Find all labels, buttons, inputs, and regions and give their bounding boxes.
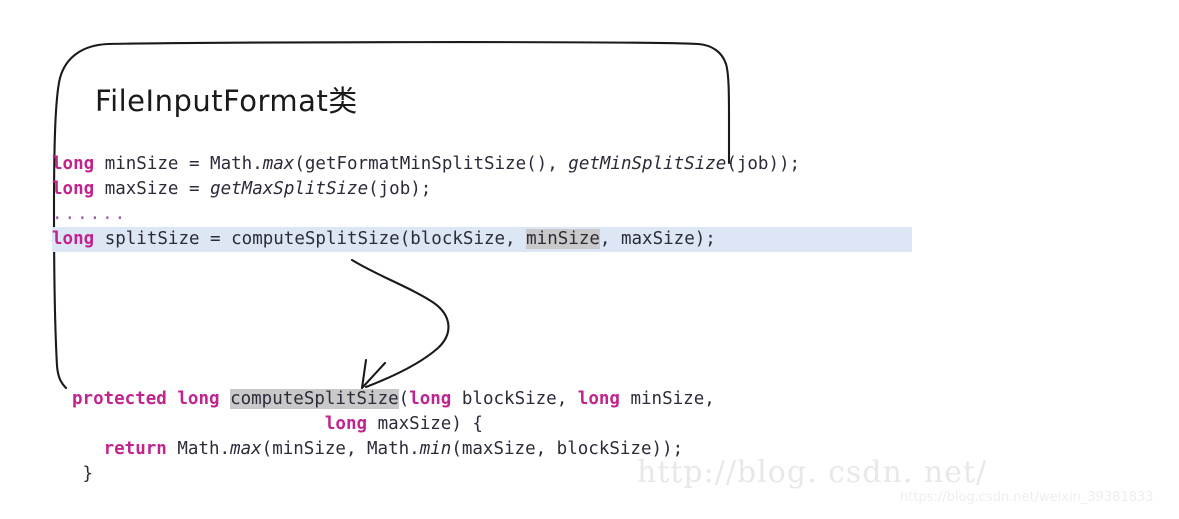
line-method-signature-content: protected long computeSplitSize(long blo… xyxy=(72,389,715,409)
code-token: minSize, xyxy=(619,389,715,409)
watermark-url-small: https://blog.csdn.net/weixin_39381833 xyxy=(900,490,1154,505)
code-token: splitSize = computeSplitSize(blockSize, xyxy=(94,229,527,249)
line-minsize: long minSize = Math.max(getFormatMinSpli… xyxy=(52,152,912,177)
code-token: Math. xyxy=(166,439,231,459)
code-token: long xyxy=(177,389,220,409)
line-return: return Math.max(minSize, Math.min(maxSiz… xyxy=(72,437,715,462)
curved-arrow-shaft xyxy=(350,258,450,389)
code-token: long xyxy=(52,229,95,249)
code-token: maxSize = xyxy=(94,179,211,199)
hand-drawn-bracket-corner xyxy=(696,42,731,165)
code-token: minSize xyxy=(526,229,600,249)
line-splitsize: long splitSize = computeSplitSize(blockS… xyxy=(52,227,912,252)
code-token: , maxSize); xyxy=(599,229,716,249)
line-splitsize-content: long splitSize = computeSplitSize(blockS… xyxy=(52,227,912,252)
code-token: long xyxy=(577,389,620,409)
code-token: return xyxy=(103,439,167,459)
code-token: protected xyxy=(72,389,167,409)
page-title: FileInputFormat类 xyxy=(95,84,358,118)
curved-arrow-head xyxy=(360,358,387,390)
code-token: computeSplitSize xyxy=(230,389,399,409)
code-token: min xyxy=(419,439,452,459)
code-token: (getFormatMinSplitSize(), xyxy=(294,154,569,174)
code-token: (job); xyxy=(368,179,432,199)
line-close-brace: } xyxy=(72,462,715,487)
code-token: (job)); xyxy=(726,154,801,174)
line-maxsize-content: long maxSize = getMaxSplitSize(job); xyxy=(52,179,431,199)
code-token: } xyxy=(72,464,94,484)
code-token: long xyxy=(324,414,368,434)
code-block-method: protected long computeSplitSize(long blo… xyxy=(72,387,715,487)
code-token: ...... xyxy=(52,204,128,224)
line-ellipsis-content: ...... xyxy=(52,204,127,224)
watermark-url-large: http://blog. csdn. net/ xyxy=(637,455,988,490)
code-token: long xyxy=(52,179,95,199)
line-close-brace-content: } xyxy=(72,464,94,484)
line-method-signature: protected long computeSplitSize(long blo… xyxy=(72,387,715,412)
line-method-signature-cont-content: long maxSize) { xyxy=(72,414,483,434)
line-return-content: return Math.max(minSize, Math.min(maxSiz… xyxy=(72,439,684,459)
code-token: getMinSplitSize xyxy=(568,154,727,174)
code-token: minSize = Math. xyxy=(94,154,263,174)
code-token: maxSize) { xyxy=(367,414,483,434)
code-block-caller: long minSize = Math.max(getFormatMinSpli… xyxy=(52,152,912,252)
code-token: blockSize, xyxy=(451,389,578,409)
line-minsize-content: long minSize = Math.max(getFormatMinSpli… xyxy=(52,154,800,174)
line-ellipsis: ...... xyxy=(52,202,912,227)
code-token: max xyxy=(230,439,262,459)
code-token: ( xyxy=(398,389,410,409)
line-maxsize: long maxSize = getMaxSplitSize(job); xyxy=(52,177,912,202)
line-method-signature-cont: long maxSize) { xyxy=(72,412,715,437)
code-token: max xyxy=(262,154,295,174)
code-token: long xyxy=(409,389,452,409)
code-token: getMaxSplitSize xyxy=(210,179,369,199)
code-token: (minSize, Math. xyxy=(261,439,420,459)
screenshot-canvas: FileInputFormat类 long minSize = Math.max… xyxy=(0,0,1179,519)
code-token: long xyxy=(52,154,95,174)
